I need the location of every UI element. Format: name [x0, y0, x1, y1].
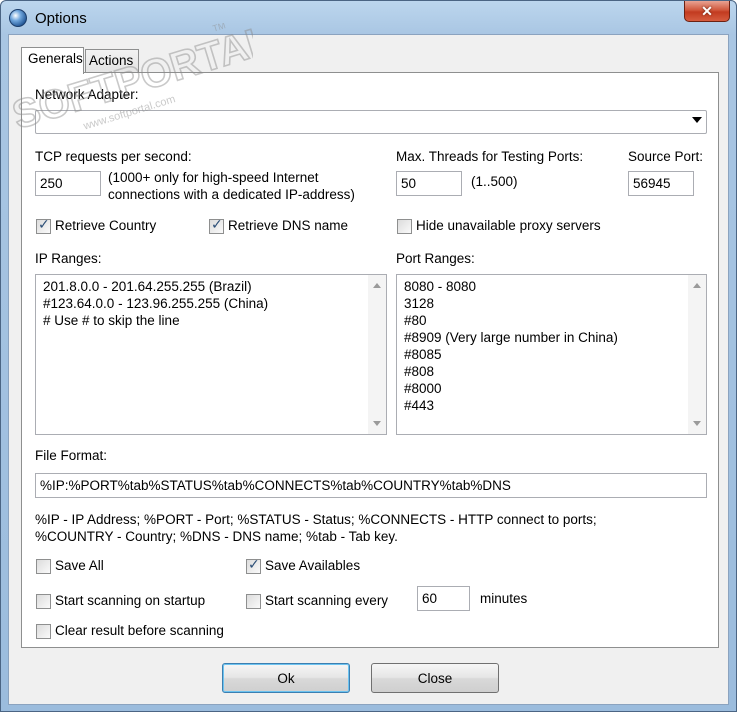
source-port-input[interactable]: 56945	[628, 171, 694, 196]
window-close-button[interactable]: ✕	[684, 1, 730, 22]
port-range-line: #8000	[404, 381, 442, 396]
port-range-line: #8085	[404, 347, 442, 362]
source-port-label: Source Port:	[628, 149, 704, 164]
file-format-label: File Format:	[35, 448, 108, 463]
hide-unavailable-label[interactable]: Hide unavailable proxy servers	[416, 218, 601, 233]
tab-actions[interactable]: Actions	[85, 49, 139, 73]
clear-result-label[interactable]: Clear result before scanning	[55, 623, 224, 638]
save-availables-label[interactable]: Save Availables	[265, 558, 360, 573]
hide-unavailable-checkbox[interactable]	[397, 219, 412, 234]
retrieve-dns-checkbox[interactable]: ✓	[209, 217, 224, 234]
scroll-up-icon[interactable]	[373, 283, 381, 288]
max-threads-label: Max. Threads for Testing Ports:	[396, 149, 584, 164]
options-window: Options ✕ Generals Actions Network Adapt…	[0, 0, 737, 712]
scroll-down-icon[interactable]	[693, 421, 701, 426]
port-range-line: #8909 (Very large number in China)	[404, 330, 618, 345]
checkmark-icon: ✓	[38, 217, 50, 233]
interval-unit-label: minutes	[480, 591, 528, 606]
scroll-down-icon[interactable]	[373, 421, 381, 426]
globe-icon	[9, 9, 27, 27]
ip-ranges-scrollbar[interactable]	[368, 275, 386, 434]
window-title: Options	[35, 10, 87, 27]
file-format-input[interactable]: %IP:%PORT%tab%STATUS%tab%CONNECTS%tab%CO…	[35, 473, 707, 498]
save-all-label[interactable]: Save All	[55, 558, 104, 573]
dialog-client-area: Generals Actions Network Adapter: TCP re…	[8, 34, 729, 705]
close-button[interactable]: Close	[371, 663, 499, 693]
port-range-line: #80	[404, 313, 427, 328]
tab-generals-label: Generals	[28, 51, 83, 66]
retrieve-country-label[interactable]: Retrieve Country	[55, 218, 156, 233]
start-every-label[interactable]: Start scanning every	[265, 593, 388, 608]
title-bar[interactable]: Options ✕	[1, 1, 736, 35]
ip-range-line: # Use # to skip the line	[43, 313, 180, 328]
port-ranges-scrollbar[interactable]	[688, 275, 706, 434]
retrieve-dns-label[interactable]: Retrieve DNS name	[228, 218, 348, 233]
scroll-up-icon[interactable]	[693, 283, 701, 288]
network-adapter-dropdown[interactable]	[35, 110, 707, 134]
clear-result-checkbox[interactable]	[36, 624, 51, 639]
start-every-checkbox[interactable]	[246, 594, 261, 609]
network-adapter-label: Network Adapter:	[35, 87, 139, 102]
tcp-hint-line-1: (1000+ only for high-speed Internet	[108, 170, 319, 185]
ok-button[interactable]: Ok	[222, 663, 350, 693]
port-ranges-lines: 8080 - 8080 3128 #80 #8909 (Very large n…	[404, 278, 684, 414]
ip-range-line: #123.64.0.0 - 123.96.255.255 (China)	[43, 296, 269, 311]
port-range-line: 8080 - 8080	[404, 279, 477, 294]
chevron-down-icon	[692, 117, 702, 123]
ip-ranges-lines: 201.8.0.0 - 201.64.255.255 (Brazil) #123…	[43, 278, 364, 329]
ip-range-line: 201.8.0.0 - 201.64.255.255 (Brazil)	[43, 279, 252, 294]
port-ranges-textarea[interactable]: 8080 - 8080 3128 #80 #8909 (Very large n…	[396, 274, 707, 435]
threads-range-hint: (1..500)	[471, 174, 518, 189]
tcp-requests-input[interactable]: 250	[35, 171, 101, 196]
scan-interval-input[interactable]: 60	[417, 586, 470, 611]
start-on-startup-label[interactable]: Start scanning on startup	[55, 593, 205, 608]
ip-ranges-label: IP Ranges:	[35, 251, 102, 266]
tcp-requests-label: TCP requests per second:	[35, 149, 192, 164]
tab-generals[interactable]: Generals	[21, 47, 84, 74]
retrieve-country-checkbox[interactable]: ✓	[36, 217, 51, 234]
ip-ranges-textarea[interactable]: 201.8.0.0 - 201.64.255.255 (Brazil) #123…	[35, 274, 387, 435]
port-range-line: 3128	[404, 296, 435, 311]
port-range-line: #808	[404, 364, 435, 379]
format-help-line-1: %IP - IP Address; %PORT - Port; %STATUS …	[35, 512, 597, 527]
checkmark-icon: ✓	[211, 217, 223, 233]
save-all-checkbox[interactable]	[36, 559, 51, 574]
checkmark-icon: ✓	[248, 557, 260, 573]
generals-panel: Network Adapter: TCP requests per second…	[21, 72, 719, 648]
max-threads-input[interactable]: 50	[396, 171, 462, 196]
close-icon: ✕	[701, 2, 713, 19]
format-help-line-2: %COUNTRY - Country; %DNS - DNS name; %ta…	[35, 529, 398, 544]
save-availables-checkbox[interactable]: ✓	[246, 557, 261, 574]
port-range-line: #443	[404, 398, 435, 413]
start-on-startup-checkbox[interactable]	[36, 594, 51, 609]
tcp-hint-line-2: connections with a dedicated IP-address)	[108, 187, 355, 202]
tab-actions-label: Actions	[89, 53, 134, 68]
port-ranges-label: Port Ranges:	[396, 251, 475, 266]
